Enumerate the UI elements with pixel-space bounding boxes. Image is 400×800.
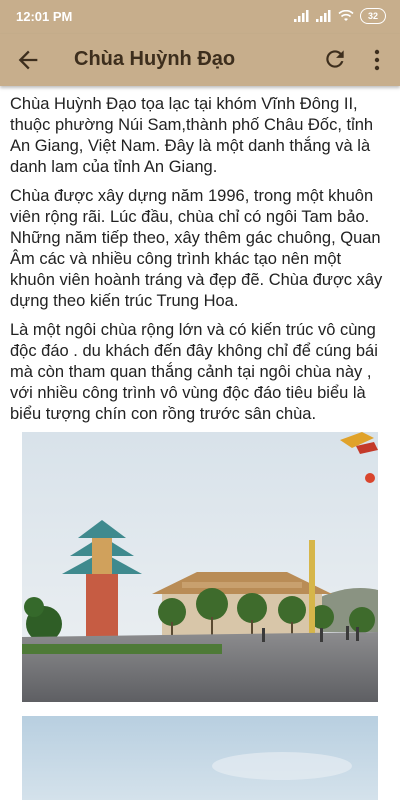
wifi-icon (338, 10, 354, 21)
status-icons: 32 (294, 8, 386, 24)
temple-photo-2 (22, 716, 378, 800)
status-bar: 12:01 PM 32 (0, 0, 400, 34)
battery-icon: 32 (360, 8, 386, 24)
article-paragraph-2: Chùa được xây dựng năm 1996, trong một k… (10, 187, 383, 310)
signal-icon (294, 10, 309, 22)
signal-icon-2 (316, 10, 331, 22)
temple-photo (22, 432, 378, 702)
status-time: 12:01 PM (16, 9, 73, 24)
more-vertical-icon[interactable] (366, 46, 388, 74)
page-title: Chùa Huỳnh Đạo (74, 48, 236, 70)
article-paragraph-1: Chùa Huỳnh Đạo tọa lạc tại khóm Vĩnh Đôn… (10, 95, 374, 176)
arrow-left-icon[interactable] (14, 46, 42, 74)
refresh-icon[interactable] (322, 46, 348, 72)
article-paragraph-3: Là một ngôi chùa rộng lớn và có kiến trú… (10, 321, 378, 423)
app-bar: Chùa Huỳnh Đạo (0, 34, 400, 86)
sky-photo-illustration (22, 716, 378, 800)
temple-photo-illustration (22, 432, 378, 702)
article-content[interactable]: Chùa Huỳnh Đạo tọa lạc tại khóm Vĩnh Đôn… (0, 86, 400, 800)
